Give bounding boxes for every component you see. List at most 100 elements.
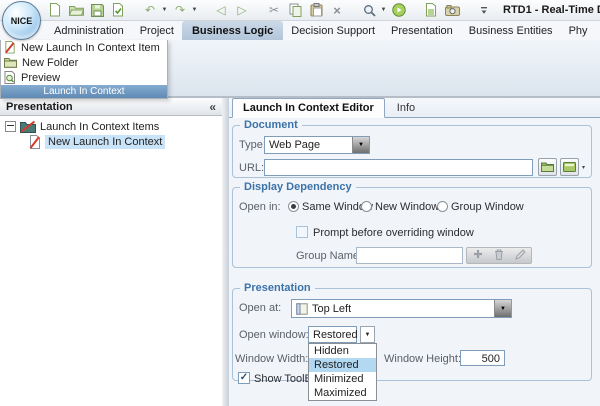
url-field-picker-button[interactable] [560,158,579,176]
open-folder-icon [69,4,84,16]
menu-item-label: New Folder [22,57,78,69]
url-input[interactable] [264,159,533,176]
undo-icon: ↶ [145,4,155,16]
radio-new-window-label: New Window [375,201,439,213]
window-height-label: Window Height: [384,353,461,365]
tab-presentation[interactable]: Presentation [383,21,461,40]
redo-dropdown-caret[interactable]: ▼ [191,7,198,13]
tree-item-root[interactable]: Launch In Context Items [0,116,222,134]
back-icon: ◁ [216,4,225,16]
toolbar-options-button[interactable] [475,2,493,19]
new-document-button[interactable] [46,2,64,19]
open-at-combobox[interactable]: Top Left ▼ [291,299,512,318]
snapshot-button[interactable] [443,2,461,19]
undo-dropdown-caret[interactable]: ▼ [161,7,168,13]
editor-area: Launch In Context Editor Info Document T… [229,97,600,406]
window-width-label: Window Width: [235,353,308,365]
collapse-panel-icon[interactable]: « [209,101,216,113]
menu-item-preview[interactable]: Preview [1,70,167,85]
type-combobox[interactable]: Web Page ▼ [264,136,370,154]
tab-decision-support[interactable]: Decision Support [283,21,383,40]
open-window-combobox[interactable]: Restored [308,326,357,343]
find-dropdown-caret[interactable]: ▼ [380,7,387,13]
prompt-before-overriding-checkbox[interactable] [296,226,308,238]
delete-group-button[interactable] [494,249,504,263]
radio-same-window[interactable] [288,201,299,212]
field-card-icon [563,162,576,172]
group-name-input[interactable] [356,247,463,264]
new-item-icon [4,41,16,54]
option-minimized[interactable]: Minimized [309,372,376,386]
undo-button[interactable]: ↶ [141,2,159,19]
navigate-forward-button[interactable]: ▷ [233,2,251,19]
snapshot-camera-icon [445,5,460,16]
export-document-button[interactable] [422,2,440,19]
copy-button[interactable] [286,2,304,19]
run-icon [392,3,406,17]
run-button[interactable] [390,2,408,19]
menu-item-label: Preview [21,72,60,84]
copy-icon [289,3,302,17]
add-group-button[interactable] [473,249,483,262]
tree-root-label: Launch In Context Items [40,121,159,133]
open-window-dropdown-arrow-icon[interactable]: ▼ [360,326,375,343]
export-document-icon [425,3,437,17]
find-button[interactable] [360,2,378,19]
group-name-label: Group Name: [296,250,362,262]
edit-group-button[interactable] [515,249,526,263]
add-icon [473,249,483,259]
save-button[interactable] [88,2,106,19]
preview-icon [4,71,16,84]
check-icon: ✓ [240,373,248,383]
open-button[interactable] [67,2,85,19]
tab-physical[interactable]: Phy [561,21,596,40]
menu-item-label: New Launch In Context Item [21,42,160,54]
tab-info[interactable]: Info [385,99,427,117]
radio-group-window-label: Group Window [451,201,524,213]
folder-icon [4,57,17,68]
tab-administration[interactable]: Administration [46,21,132,40]
open-at-dropdown-arrow-icon[interactable]: ▼ [494,300,511,317]
window-title: RTD1 - Real-Time D [503,4,600,16]
radio-new-window[interactable] [361,201,372,212]
window-height-input[interactable]: 500 [460,350,505,366]
ribbon-tab-bar: Administration Project Business Logic De… [0,21,600,40]
menu-item-new-folder[interactable]: New Folder [1,55,167,70]
paste-icon [310,3,323,17]
paste-button[interactable] [307,2,325,19]
editor-tab-bar: Launch In Context Editor Info [229,98,600,118]
nice-logo-button[interactable]: NICE [2,1,41,40]
show-toolbar-checkbox[interactable]: ✓ [238,372,250,384]
tab-launch-in-context-editor[interactable]: Launch In Context Editor [232,98,385,118]
tab-business-entities[interactable]: Business Entities [461,21,561,40]
tab-project[interactable]: Project [132,21,182,40]
option-hidden[interactable]: Hidden [309,344,376,358]
type-dropdown-arrow-icon[interactable]: ▼ [352,137,369,153]
type-label: Type: [239,139,266,151]
radio-group-window[interactable] [437,201,448,212]
new-document-icon [49,3,61,17]
open-window-dropdown-list: Hidden Restored Minimized Maximized [308,343,377,401]
explorer-header: Presentation « [0,98,222,116]
browse-url-button[interactable] [538,158,557,176]
panel-splitter[interactable] [222,97,229,406]
url-label: URL: [239,162,264,174]
position-top-left-icon [296,303,308,315]
redo-button[interactable]: ↷ [171,2,189,19]
toolbar-options-icon [480,6,488,15]
delete-button[interactable]: × [328,2,346,19]
ribbon-group-label[interactable]: Launch In Context [1,85,167,98]
tree-item-selected[interactable]: New Launch In Context [0,134,222,150]
option-restored[interactable]: Restored [309,358,376,372]
option-maximized[interactable]: Maximized [309,386,376,400]
save-all-button[interactable] [109,2,127,19]
application-window: ↶ ▼ ↷ ▼ ◁ ▷ ✂ × ▼ [0,0,600,406]
explorer-title: Presentation [6,101,73,113]
url-picker-caret[interactable]: ▾ [580,164,587,171]
menu-item-new-launch-in-context-item[interactable]: New Launch In Context Item [1,40,167,55]
navigate-back-button[interactable]: ◁ [212,2,230,19]
cut-button[interactable]: ✂ [265,2,283,19]
tab-business-logic[interactable]: Business Logic [182,21,283,40]
tree-expander-icon[interactable] [5,121,16,132]
presentation-group: Presentation Open at: Top Left ▼ Open wi… [232,288,592,381]
